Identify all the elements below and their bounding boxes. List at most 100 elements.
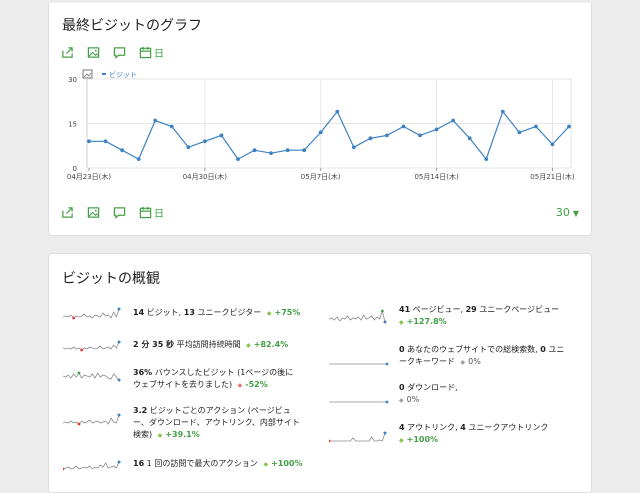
sparkline-point	[385, 362, 389, 366]
data-point	[318, 130, 323, 135]
sparkline-min-point	[329, 439, 331, 443]
y-tick-label: 30	[68, 76, 77, 84]
limit-value: 30	[555, 206, 570, 219]
sparkline	[63, 413, 121, 426]
data-point	[418, 133, 422, 138]
metric-row[interactable]: 0 あなたのウェブサイトでの総検索数, 0 ユニ ークキーワード ◆ 0%	[329, 344, 564, 369]
data-point	[451, 118, 456, 123]
period-label[interactable]: 日	[154, 45, 164, 60]
limit-select[interactable]: 30 ▼	[556, 206, 579, 219]
sparkline-path	[63, 414, 120, 425]
metric-value: 3.2	[133, 406, 148, 415]
calendar-icon[interactable]	[138, 206, 152, 220]
visits-overview-widget: ビジットの概観 14 ビジット, 13 ユニークビジター ◆ +75% 2 分 3…	[48, 253, 592, 493]
image-icon[interactable]	[86, 46, 100, 60]
metric-row[interactable]: 36% バウンスしたビジット (1ページの後に ウェブサイトを去りました) ◆ -…	[63, 367, 293, 392]
data-point	[153, 118, 158, 123]
metric-row[interactable]: 41 ページビュー, 29 ユニークページビュー ◆ +127.8%	[329, 304, 559, 329]
metric-row[interactable]: 0 ダウンロード, ◆ 0%	[329, 382, 458, 407]
calendar-icon[interactable]	[138, 46, 152, 60]
data-point	[202, 139, 207, 144]
metric-row[interactable]: 2 分 35 秒 平均訪問持続時間 ◆ +82.4%	[63, 338, 288, 354]
metric-value: 16	[133, 459, 145, 468]
annotation-icon[interactable]	[112, 206, 126, 220]
x-tick-label: 04月23日(木)	[67, 172, 112, 181]
export-icon[interactable]	[60, 46, 74, 60]
sparkline-path	[63, 308, 120, 319]
data-point	[484, 157, 489, 161]
trend-up-icon: ◆	[399, 319, 404, 326]
sparkline	[63, 371, 121, 382]
data-point	[351, 145, 356, 150]
sparkline-max-point	[77, 371, 81, 375]
evolution-value: +127.8%	[406, 317, 447, 326]
sparkline-path	[329, 309, 386, 323]
sparkline-last-point	[383, 431, 387, 435]
trend-up-icon: ◆	[263, 461, 269, 468]
trend-up-icon: ◆	[399, 437, 404, 444]
metric-value: 13	[183, 308, 195, 317]
legend-label: ビジット	[109, 70, 137, 79]
data-point	[368, 136, 373, 141]
metric-row[interactable]: 3.2 ビジットごとのアクション (ページビュ ー、ダウンロード、アウトリンク、…	[63, 405, 300, 442]
y-tick-label: 0	[73, 165, 77, 173]
graph-toolbar-bottom: 日	[60, 205, 164, 220]
evolution-value: -52%	[245, 380, 268, 389]
sparkline	[63, 460, 121, 471]
metric-value: 36%	[133, 368, 153, 377]
sparkline-min-point	[80, 348, 84, 352]
data-point	[219, 133, 224, 138]
image-icon-glyph	[83, 72, 92, 78]
metric-value: 14	[133, 308, 145, 317]
widget-title: 最終ビジットのグラフ	[62, 18, 202, 34]
data-point	[169, 124, 174, 129]
sparkline-min-point	[72, 316, 76, 320]
chart-legend[interactable]: ビジット	[82, 69, 137, 79]
evolution-value: +82.4%	[253, 340, 289, 349]
data-point	[567, 124, 571, 129]
period-label[interactable]: 日	[154, 205, 164, 220]
data-point	[103, 139, 108, 144]
image-icon[interactable]	[86, 206, 100, 220]
evolution-value: +75%	[274, 308, 301, 317]
data-point	[87, 139, 91, 144]
trend-up-icon: ◆	[246, 342, 251, 349]
sparkline	[329, 309, 387, 324]
sparkline-last-point	[117, 413, 121, 417]
data-point	[285, 148, 290, 153]
sparkline-last-point	[383, 320, 387, 324]
sparkline-min-point	[63, 467, 65, 471]
metric-value: 41	[399, 305, 411, 314]
data-point	[500, 109, 505, 114]
metric-row[interactable]: 14 ビジット, 13 ユニークビジター ◆ +75%	[63, 306, 300, 322]
sparkline	[329, 400, 389, 404]
sparkline	[63, 307, 121, 320]
sparkline-max-point	[380, 309, 384, 313]
export-icon[interactable]	[60, 206, 74, 220]
metric-value: 29	[465, 305, 477, 314]
sparkline-path	[63, 341, 120, 351]
annotation-icon[interactable]	[112, 46, 126, 60]
visits-graph-widget: 最終ビジットのグラフ 日 0 15 30 04月23日(木) 04月30日(木) 05月7…	[48, 3, 592, 236]
trend-neutral-icon: ◆	[399, 397, 404, 404]
metric-row[interactable]: 16 1 回の訪問で最大のアクション ◆ +100%	[63, 457, 303, 473]
sparkline-last-point	[117, 378, 121, 382]
graph-toolbar-top: 日	[60, 45, 164, 60]
data-point	[401, 124, 406, 129]
sparkline	[329, 431, 387, 443]
trend-down-icon: ◆	[237, 382, 243, 389]
evolution-value: +100%	[271, 459, 303, 468]
data-point	[517, 130, 522, 135]
x-tick-label: 05月14日(木)	[414, 172, 459, 181]
data-point	[136, 157, 141, 161]
widget-title: ビジットの概観	[62, 271, 160, 287]
x-tick-label: 05月21日(木)	[530, 172, 575, 181]
data-point	[434, 127, 439, 132]
visits-line-chart: 0 15 30 04月23日(木) 04月30日(木) 05月7日(木) 05月14日(木)…	[67, 69, 575, 181]
metric-row[interactable]: 4 アウトリンク, 4 ユニークアウトリンク ◆ +100%	[329, 422, 548, 447]
sparkline-path	[63, 372, 120, 381]
sparkline-path	[329, 432, 386, 442]
sparkline-last-point	[117, 307, 121, 311]
sparkline-point	[385, 400, 389, 404]
x-tick-label: 04月30日(木)	[183, 172, 228, 181]
